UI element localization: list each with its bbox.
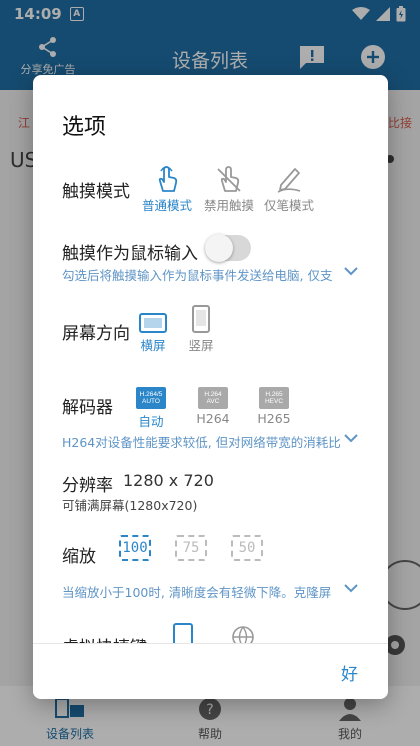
options-scroll[interactable]: 选项 触摸模式 普通模式 禁用触摸 仅笔模式 触摸作为鼠标输入 勾选后将触摸输入… xyxy=(33,75,388,643)
pen-icon xyxy=(277,168,301,193)
mouse-input-toggle[interactable] xyxy=(205,234,251,262)
decoder-h264-badge: H.264 AVC xyxy=(198,387,228,409)
decoder-h264-badge-top: H.264 xyxy=(204,390,222,398)
toggle-knob xyxy=(205,234,233,262)
decoder-auto-label: 自动 xyxy=(138,414,164,429)
decoder-h265-badge-bottom: HEVC xyxy=(264,398,284,405)
zoom-50-box: 50 xyxy=(231,535,263,561)
resolution-value[interactable]: 1280 x 720 xyxy=(123,471,214,490)
decoder-h265-badge-top: H.265 xyxy=(265,390,283,398)
touch-mode-disabled[interactable]: 禁用触摸 xyxy=(201,163,257,214)
touch-hand-icon xyxy=(158,166,178,192)
orientation-label: 屏幕方向 xyxy=(62,324,130,344)
zoom-75[interactable]: 75 xyxy=(175,535,207,561)
decoder-h264-badge-bottom: AVC xyxy=(206,398,220,405)
orientation-portrait-label: 竖屏 xyxy=(188,338,214,353)
touch-mode-pen[interactable]: 仅笔模式 xyxy=(259,163,319,214)
touch-mode-normal[interactable]: 普通模式 xyxy=(139,163,195,214)
touch-mode-disabled-label: 禁用触摸 xyxy=(203,198,254,213)
decoder-auto-badge: H.264/5 AUTO xyxy=(136,387,166,409)
zoom-expand-icon[interactable] xyxy=(344,583,358,593)
virtual-keys-label: 虚拟快捷键 xyxy=(62,633,147,643)
decoder-h264[interactable]: H.264 AVC H264 xyxy=(193,379,233,426)
decoder-h265[interactable]: H.265 HEVC H265 xyxy=(254,379,294,426)
portrait-icon xyxy=(192,305,210,333)
zoom-50[interactable]: 50 xyxy=(231,535,263,561)
options-dialog: 选项 触摸模式 普通模式 禁用触摸 仅笔模式 触摸作为鼠标输入 勾选后将触摸输入… xyxy=(33,75,388,699)
touch-mode-pen-label: 仅笔模式 xyxy=(263,198,314,213)
decoder-auto[interactable]: H.264/5 AUTO 自动 xyxy=(133,379,169,430)
dialog-title: 选项 xyxy=(62,115,107,140)
zoom-label: 缩放 xyxy=(62,547,96,567)
zoom-75-box: 75 xyxy=(175,535,207,561)
zoom-hint: 当缩放小于100时, 清晰度会有轻微下降。克隆屏 xyxy=(62,585,332,600)
mouse-input-expand-icon[interactable] xyxy=(344,266,358,276)
zoom-100-box: 100 xyxy=(119,535,151,561)
decoder-h265-badge: H.265 HEVC xyxy=(259,387,289,409)
landscape-icon xyxy=(139,313,167,333)
decoder-h264-label: H264 xyxy=(196,411,230,426)
virtual-keys-phone-icon[interactable] xyxy=(173,623,193,643)
orientation-landscape-label: 横屏 xyxy=(140,338,166,353)
orientation-landscape[interactable]: 横屏 xyxy=(133,303,173,354)
ok-button[interactable]: 好 xyxy=(341,660,358,685)
dialog-footer: 好 xyxy=(33,643,388,699)
decoder-auto-badge-top: H.264/5 xyxy=(139,390,163,398)
orientation-portrait[interactable]: 竖屏 xyxy=(181,303,221,354)
zoom-100[interactable]: 100 xyxy=(119,535,151,561)
touch-disabled-icon xyxy=(217,166,241,192)
decoder-label: 解码器 xyxy=(62,398,113,418)
mouse-input-hint: 勾选后将触摸输入作为鼠标事件发送给电脑, 仅支 xyxy=(62,268,333,283)
decoder-h265-label: H265 xyxy=(257,411,291,426)
touch-mode-label: 触摸模式 xyxy=(62,182,130,202)
decoder-hint: H264对设备性能要求较低, 但对网络带宽的消耗比 xyxy=(62,435,341,450)
mouse-input-label: 触摸作为鼠标输入 xyxy=(62,244,198,264)
resolution-sub: 可铺满屏幕(1280x720) xyxy=(62,498,198,513)
decoder-auto-badge-bottom: AUTO xyxy=(142,398,160,405)
touch-mode-normal-label: 普通模式 xyxy=(141,198,192,213)
virtual-keys-globe-icon[interactable] xyxy=(231,625,255,643)
decoder-expand-icon[interactable] xyxy=(344,433,358,443)
resolution-label: 分辨率 xyxy=(62,476,113,496)
